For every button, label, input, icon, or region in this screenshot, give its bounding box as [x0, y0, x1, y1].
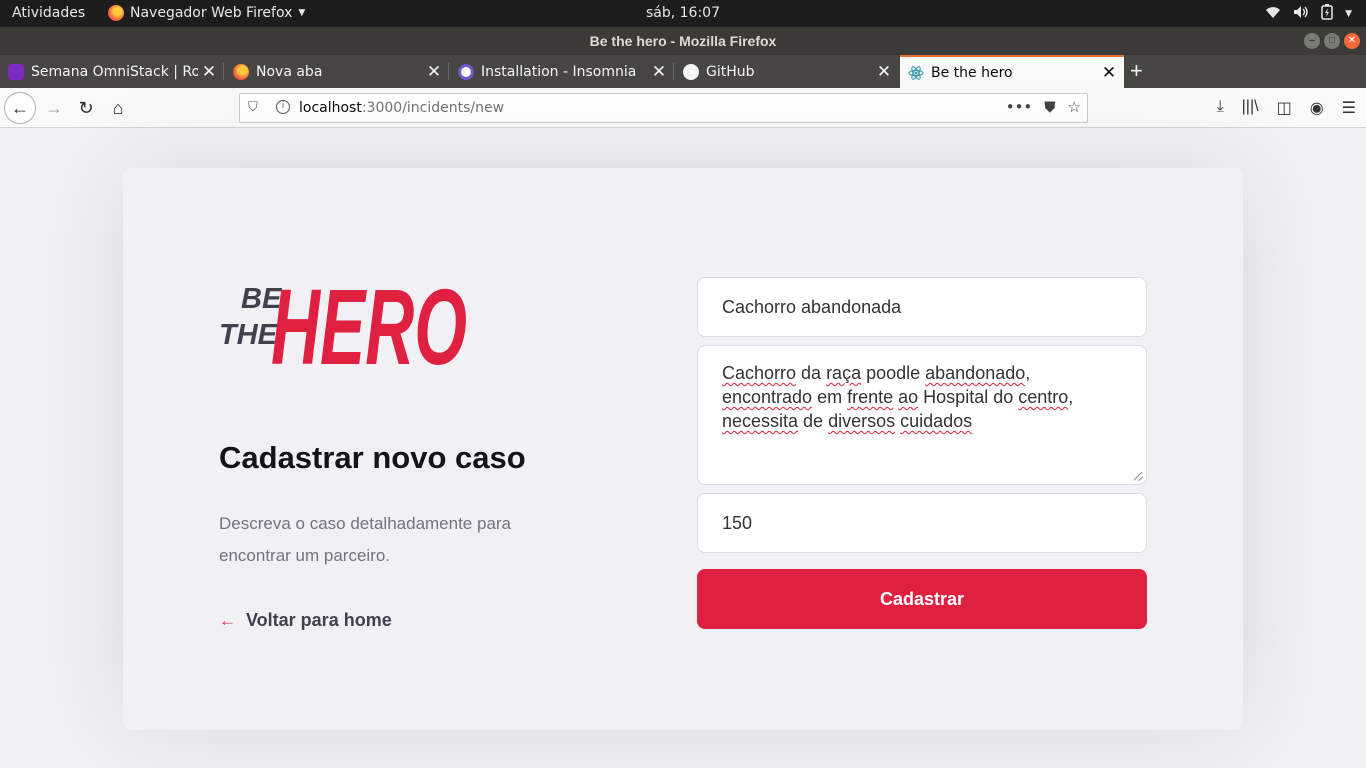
wifi-icon: [1265, 5, 1281, 23]
back-to-home-link[interactable]: ← Voltar para home: [219, 610, 392, 631]
page-description: Descreva o caso detalhadamente para enco…: [219, 514, 512, 565]
logo-hero: HERO: [271, 266, 467, 374]
home-icon[interactable]: ⌂: [104, 94, 132, 122]
reload-icon[interactable]: ↻: [72, 94, 100, 122]
description-text: Cachorro da raça poodle abandonado, enco…: [722, 363, 1074, 431]
new-tab-icon[interactable]: +: [1130, 58, 1143, 84]
tab-insomnia[interactable]: Installation - Insomnia ✕: [450, 55, 674, 88]
library-icon[interactable]: |||\: [1242, 98, 1259, 118]
back-link-label: Voltar para home: [246, 610, 392, 630]
close-tab-icon[interactable]: ✕: [423, 62, 445, 82]
value-input[interactable]: 150: [697, 493, 1147, 553]
tab-strip: Semana OmniStack | Roc ✕ Nova aba ✕ Inst…: [0, 55, 1366, 88]
downloads-icon[interactable]: ⤓: [1217, 98, 1224, 118]
window-title: Be the hero - Mozilla Firefox: [589, 33, 777, 49]
forward-icon[interactable]: →: [40, 94, 68, 122]
info-icon[interactable]: i: [276, 100, 290, 114]
clock[interactable]: sáb, 16:07: [0, 5, 1366, 21]
bookmark-star-icon[interactable]: ☆: [1068, 98, 1081, 116]
tab-label: Be the hero: [931, 64, 1013, 81]
new-incident-card: BE THE HERO Cadastrar novo caso Descreva…: [123, 168, 1243, 730]
react-icon: [908, 65, 924, 81]
window-title-bar: Be the hero - Mozilla Firefox – □ ✕: [0, 27, 1366, 55]
sidebar-icon[interactable]: ◫: [1277, 98, 1292, 118]
resize-handle[interactable]: [1134, 472, 1143, 481]
tab-be-the-hero[interactable]: Be the hero ✕: [900, 55, 1124, 88]
toolbar-right: ⤓ |||\ ◫ ◉ ☰: [1217, 98, 1356, 118]
close-tab-icon[interactable]: ✕: [1098, 63, 1120, 83]
close-tab-icon[interactable]: ✕: [873, 62, 895, 82]
system-top-bar: Atividades Navegador Web Firefox ▼ sáb, …: [0, 0, 1366, 27]
tab-label: Semana OmniStack | Roc: [31, 63, 198, 80]
maximize-icon[interactable]: □: [1324, 33, 1340, 49]
battery-icon: [1321, 4, 1333, 24]
close-window-icon[interactable]: ✕: [1344, 33, 1360, 49]
github-icon: [683, 63, 699, 80]
firefox-icon: [233, 63, 249, 80]
back-icon[interactable]: ←: [4, 92, 36, 124]
rocketseat-icon: [8, 63, 24, 80]
page-title: Cadastrar novo caso: [219, 440, 526, 475]
tab-label: GitHub: [706, 63, 755, 80]
close-tab-icon[interactable]: ✕: [648, 62, 670, 82]
tab-label: Installation - Insomnia: [481, 63, 637, 80]
logo-the: THE: [219, 319, 279, 351]
url-text[interactable]: localhost:3000/incidents/new: [299, 100, 504, 116]
address-bar[interactable]: ⛉ i localhost:3000/incidents/new ••• ⛊ ☆: [239, 93, 1088, 123]
hamburger-menu-icon[interactable]: ☰: [1342, 98, 1356, 118]
volume-icon: [1293, 5, 1309, 23]
account-icon[interactable]: ◉: [1310, 98, 1324, 118]
window-controls: – □ ✕: [1304, 33, 1360, 49]
close-tab-icon[interactable]: ✕: [198, 62, 220, 82]
tab-omnistack[interactable]: Semana OmniStack | Roc ✕: [0, 55, 224, 88]
insomnia-icon: [458, 63, 474, 80]
arrow-left-icon: ←: [219, 610, 236, 630]
page-actions: ••• ⛊ ☆: [1006, 98, 1081, 116]
minimize-icon[interactable]: –: [1304, 33, 1320, 49]
pocket-icon[interactable]: ⛊: [1044, 98, 1055, 116]
tab-nova-aba[interactable]: Nova aba ✕: [225, 55, 449, 88]
title-input[interactable]: Cachorro abandonada: [697, 277, 1147, 337]
page-viewport: BE THE HERO Cadastrar novo caso Descreva…: [0, 129, 1366, 768]
be-the-hero-logo: BE THE HERO: [219, 266, 467, 374]
submit-button[interactable]: Cadastrar: [697, 569, 1147, 629]
tab-github[interactable]: GitHub ✕: [675, 55, 899, 88]
description-textarea[interactable]: Cachorro da raça poodle abandonado, enco…: [697, 345, 1147, 485]
shield-icon[interactable]: ⛉: [248, 100, 258, 115]
system-tray[interactable]: ▼: [1265, 4, 1352, 24]
tab-label: Nova aba: [256, 63, 323, 80]
navigation-toolbar: ← → ↻ ⌂ ⛉ i localhost:3000/incidents/new…: [0, 88, 1366, 128]
system-menu-chevron-icon: ▼: [1345, 9, 1352, 19]
page-actions-menu-icon[interactable]: •••: [1006, 98, 1033, 116]
